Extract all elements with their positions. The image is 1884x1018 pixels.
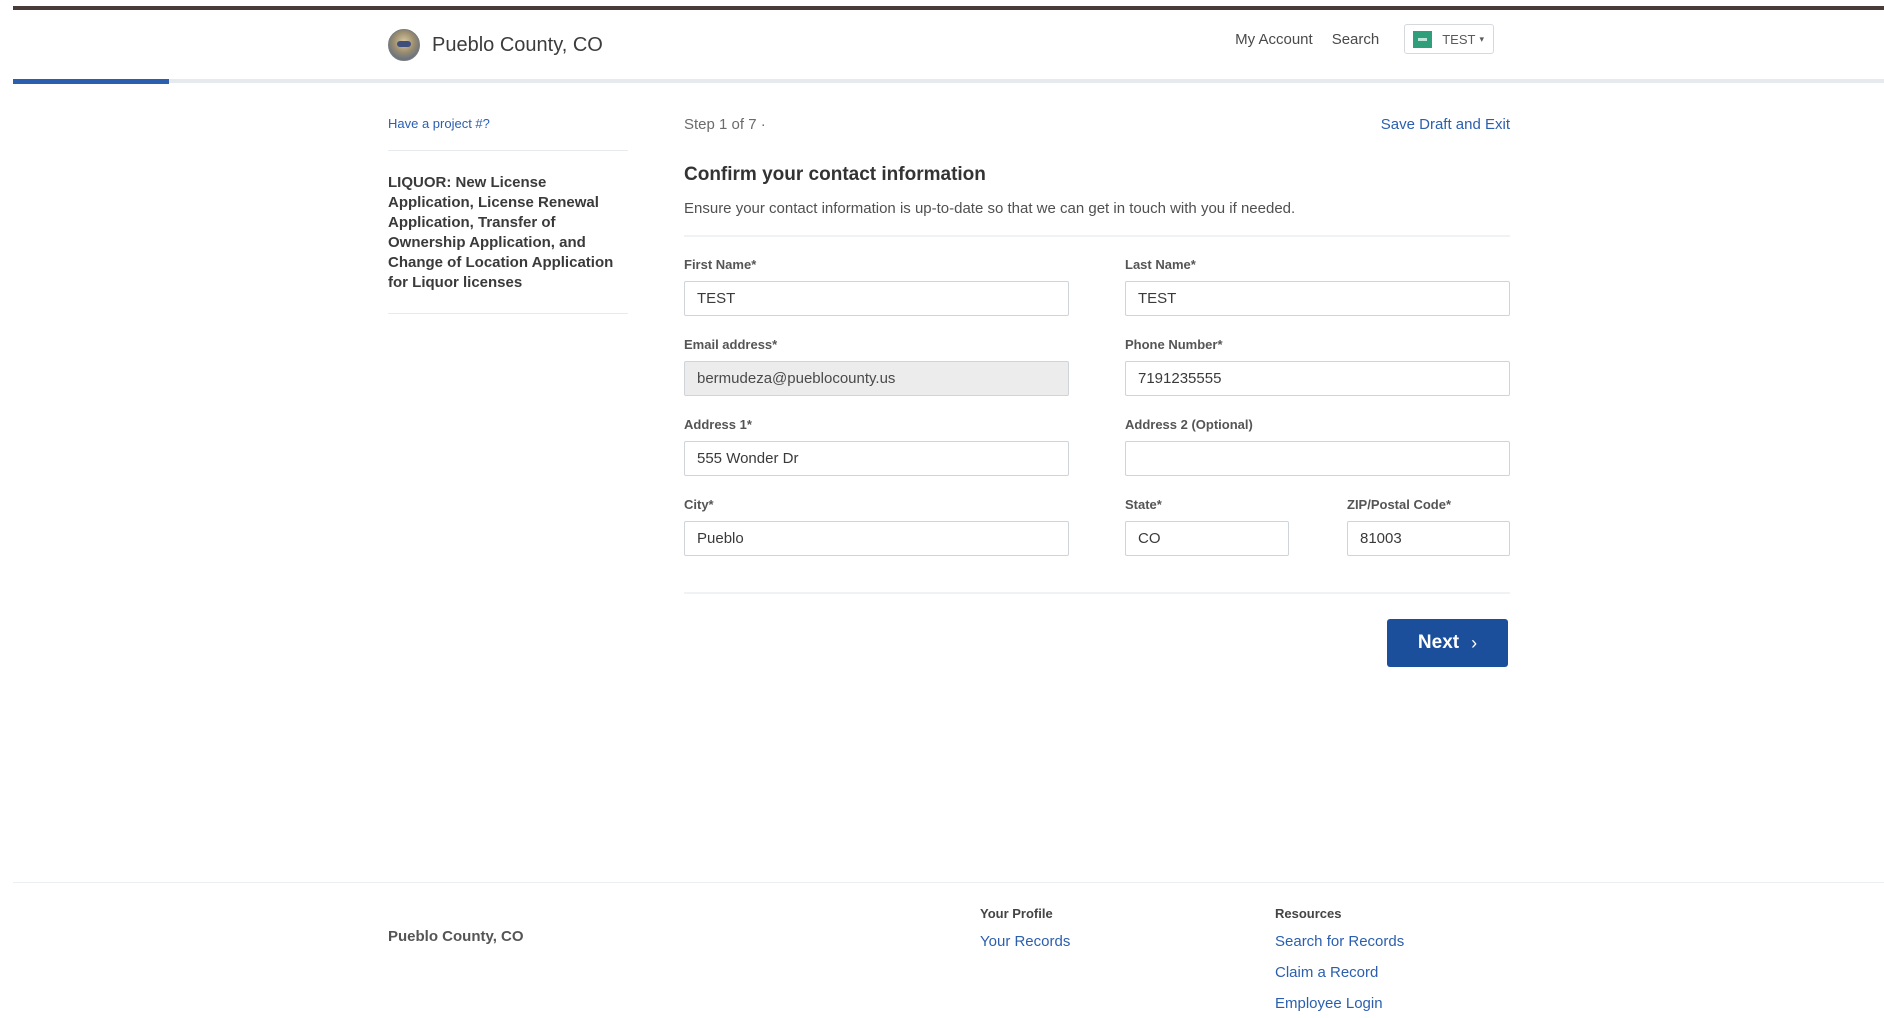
step-row: Step 1 of 7 · Save Draft and Exit <box>684 116 1510 133</box>
chevron-right-icon: › <box>1471 632 1478 653</box>
user-name: TEST <box>1442 31 1476 47</box>
page: Pueblo County, CO My Account Search TEST… <box>0 0 1884 1018</box>
user-avatar-icon <box>1413 30 1433 48</box>
top-nav: My Account Search TEST ▾ <box>1235 24 1494 54</box>
progress-track <box>13 79 1884 83</box>
state-label: State* <box>1125 497 1162 512</box>
first-name-label: First Name* <box>684 257 757 272</box>
phone-field[interactable] <box>1125 361 1510 396</box>
form-divider <box>684 592 1510 594</box>
zip-label: ZIP/Postal Code* <box>1347 497 1452 512</box>
form-description: Ensure your contact information is up-to… <box>684 200 1296 217</box>
footer-resources-heading: Resources <box>1275 906 1342 921</box>
phone-group: Phone Number* <box>1125 337 1510 396</box>
first-name-group: First Name* <box>684 257 1069 316</box>
last-name-group: Last Name* <box>1125 257 1510 316</box>
next-button-label: Next <box>1417 632 1460 653</box>
city-group: City* <box>684 497 1069 556</box>
main-content: Step 1 of 7 · Save Draft and Exit Confir… <box>684 116 1510 667</box>
first-name-field[interactable] <box>684 281 1069 316</box>
sidebar-divider <box>388 313 628 314</box>
nav-my-account[interactable]: My Account <box>1235 31 1313 48</box>
city-field[interactable] <box>684 521 1069 556</box>
footer-divider <box>13 882 1884 883</box>
city-label: City* <box>684 497 714 512</box>
form-title: Confirm your contact information <box>684 164 986 185</box>
state-group: State* <box>1125 497 1289 556</box>
address2-label: Address 2 (Optional) <box>1125 417 1253 432</box>
footer-link-claim-record[interactable]: Claim a Record <box>1275 964 1404 981</box>
brand-link[interactable]: Pueblo County, CO <box>388 29 603 61</box>
footer-link-search-records[interactable]: Search for Records <box>1275 933 1404 950</box>
address1-group: Address 1* <box>684 417 1069 476</box>
section-divider <box>684 235 1510 237</box>
have-project-link[interactable]: Have a project #? <box>388 116 628 131</box>
address1-label: Address 1* <box>684 417 752 432</box>
email-group: Email address* <box>684 337 1069 396</box>
user-menu-button[interactable]: TEST ▾ <box>1404 24 1494 54</box>
progress-bar-fill <box>13 79 169 84</box>
next-button[interactable]: Next › <box>1387 619 1508 667</box>
sidebar: Have a project #? LIQUOR: New License Ap… <box>388 116 628 336</box>
footer-profile-heading: Your Profile <box>980 906 1053 921</box>
footer-link-your-records[interactable]: Your Records <box>980 933 1070 950</box>
county-seal-logo <box>388 29 420 61</box>
last-name-field[interactable] <box>1125 281 1510 316</box>
email-label: Email address* <box>684 337 778 352</box>
brand-name: Pueblo County, CO <box>432 33 603 56</box>
sidebar-divider <box>388 150 628 151</box>
step-indicator: Step 1 of 7 · <box>684 116 766 133</box>
footer-resources-column: Resources Search for Records Claim a Rec… <box>1275 906 1404 1018</box>
address1-field[interactable] <box>684 441 1069 476</box>
footer-brand: Pueblo County, CO <box>388 928 524 945</box>
save-draft-button[interactable]: Save Draft and Exit <box>1381 116 1510 133</box>
zip-field[interactable] <box>1347 521 1510 556</box>
footer-link-employee-login[interactable]: Employee Login <box>1275 995 1404 1012</box>
last-name-label: Last Name* <box>1125 257 1196 272</box>
email-field <box>684 361 1069 396</box>
footer-profile-column: Your Profile Your Records <box>980 906 1070 964</box>
address2-field[interactable] <box>1125 441 1510 476</box>
site-header <box>13 10 1884 80</box>
address2-group: Address 2 (Optional) <box>1125 417 1510 476</box>
state-field[interactable] <box>1125 521 1289 556</box>
zip-group: ZIP/Postal Code* <box>1347 497 1510 556</box>
application-title: LIQUOR: New License Application, License… <box>388 174 614 291</box>
chevron-down-icon: ▾ <box>1479 33 1484 44</box>
phone-label: Phone Number* <box>1125 337 1223 352</box>
nav-search[interactable]: Search <box>1332 31 1380 48</box>
